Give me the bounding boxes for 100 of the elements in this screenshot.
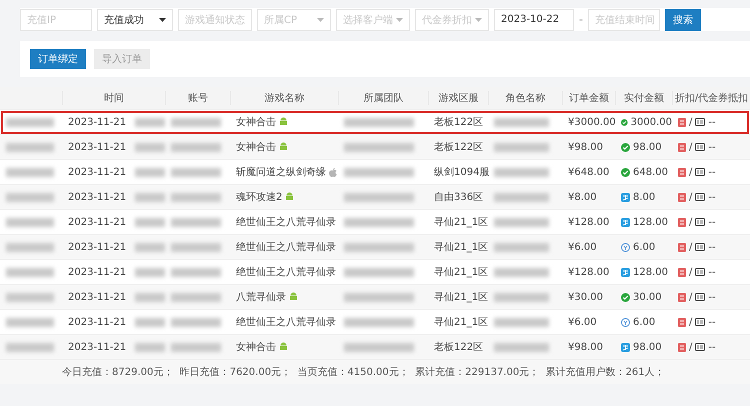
table-cell-text: 魂环攻速2	[236, 190, 282, 204]
coupon-icon	[695, 268, 706, 276]
blurred-text	[171, 292, 221, 302]
table-cell: ¥6.00	[568, 242, 597, 252]
table-cell-text: 绝世仙王之八荒寻仙录	[236, 266, 336, 279]
table-cell: --	[708, 316, 716, 328]
slash-separator: /	[689, 266, 692, 278]
blurred-text	[171, 142, 221, 152]
table-cell: --	[708, 116, 716, 128]
coupon-icon	[695, 168, 706, 176]
slash-separator: /	[689, 116, 692, 128]
table-cell: --	[708, 242, 716, 252]
column-header: 折扣/代金券抵扣	[672, 91, 750, 105]
blurred-text	[171, 192, 221, 202]
blurred-text	[135, 242, 165, 252]
table-cell: 6.00	[633, 242, 656, 252]
blurred-text	[344, 268, 414, 276]
check-circle-icon	[621, 142, 630, 152]
android-icon	[285, 192, 294, 202]
blurred-text	[135, 342, 165, 352]
table-cell: ¥648.00	[568, 166, 610, 178]
column-header: 账号	[165, 91, 230, 105]
payment-icon	[621, 342, 630, 352]
slash-separator: /	[689, 142, 692, 152]
table-cell-text: 女神合击	[236, 116, 276, 129]
discount-tag-icon	[678, 292, 686, 302]
table-cell-text: 老板122区	[434, 340, 484, 354]
android-icon	[279, 117, 288, 127]
table-cell-text: 寻仙21_1区	[434, 266, 488, 279]
table-cell: ¥128.00	[568, 216, 610, 228]
table-cell-text: 自由336区	[434, 190, 484, 204]
blurred-text	[494, 318, 549, 326]
blurred-text	[6, 218, 54, 226]
table-cell: ¥30.00	[568, 292, 603, 302]
blurred-text	[171, 318, 221, 326]
slash-separator: /	[689, 242, 692, 252]
apple-icon	[329, 168, 337, 176]
blurred-text	[344, 318, 414, 326]
coupon-icon	[695, 143, 706, 151]
discount-tag-icon	[678, 318, 686, 326]
search-button[interactable]: 搜索	[664, 8, 701, 30]
table-cell: 30.00	[633, 292, 662, 302]
table-cell: --	[708, 342, 716, 352]
table-cell: ¥98.00	[568, 342, 603, 352]
coin-icon	[621, 318, 630, 326]
slash-separator: /	[689, 192, 692, 202]
coupon-icon	[695, 218, 706, 226]
android-icon	[289, 292, 298, 302]
column-header: 订单金额	[562, 91, 615, 105]
blurred-text	[135, 192, 165, 202]
table-cell: 2023-11-21	[68, 116, 126, 128]
table-cell: 2023-11-21	[68, 142, 126, 152]
table-cell: 128.00	[633, 266, 668, 278]
blurred-text	[494, 292, 549, 302]
table-cell: 128.00	[633, 216, 668, 228]
blurred-text	[6, 142, 54, 152]
table-cell-text: 八荒寻仙录	[236, 290, 286, 304]
blurred-text	[6, 292, 54, 302]
blurred-text	[135, 142, 165, 152]
android-icon	[279, 142, 288, 152]
discount-tag-icon	[678, 142, 686, 152]
blurred-text	[494, 142, 549, 152]
table-cell: ¥3000.00	[568, 116, 616, 128]
table-cell: ¥128.00	[568, 266, 610, 278]
table-cell-text: 斩魔问道之纵剑奇缘	[236, 166, 326, 179]
check-circle-icon	[621, 118, 628, 126]
table-cell-text: 绝世仙王之八荒寻仙录	[236, 240, 336, 254]
caret-icon	[159, 18, 166, 22]
action-button[interactable]: 订单绑定	[30, 49, 86, 69]
table-cell-text: 绝世仙王之八荒寻仙录	[236, 316, 336, 329]
blurred-text	[494, 268, 549, 276]
select-field[interactable]: 充值成功	[97, 8, 173, 30]
blurred-text	[171, 242, 221, 252]
table-cell-text: 老板122区	[434, 116, 484, 129]
table-cell-text: 绝世仙王之八荒寻仙录	[236, 216, 336, 229]
coupon-icon	[695, 293, 706, 301]
slash-separator: /	[689, 292, 692, 302]
blurred-text	[6, 268, 54, 276]
blurred-text	[171, 118, 221, 126]
slash-separator: /	[689, 316, 692, 328]
table-cell: 3000.00	[630, 116, 672, 128]
payment-icon	[621, 218, 630, 226]
table-cell: --	[708, 192, 716, 202]
table-cell-text: 女神合击	[236, 340, 276, 354]
column-header: 游戏名称	[230, 91, 338, 105]
table-cell: 2023-11-21	[68, 166, 126, 178]
input-field[interactable]: 2023-10-22	[494, 8, 574, 30]
discount-tag-icon	[678, 218, 686, 226]
table-cell: 2023-11-21	[68, 216, 126, 228]
table-cell-text: 寻仙21_1区	[434, 241, 488, 254]
table-cell-text: 老板122区	[434, 140, 484, 154]
range-separator: -	[579, 13, 583, 26]
blurred-text	[344, 218, 414, 226]
table-cell: 6.00	[633, 316, 656, 328]
table-cell: ¥98.00	[568, 142, 603, 152]
slash-separator: /	[689, 216, 692, 228]
coupon-icon	[695, 118, 706, 126]
blurred-text	[171, 268, 221, 276]
coupon-icon	[695, 243, 706, 251]
blurred-text	[135, 118, 165, 126]
